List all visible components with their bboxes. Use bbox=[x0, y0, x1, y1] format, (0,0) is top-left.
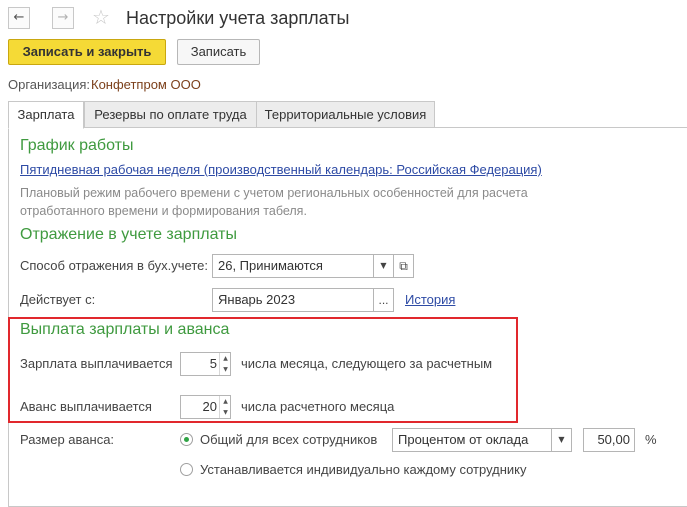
advance-day-suffix: числа расчетного месяца bbox=[241, 399, 395, 414]
open-form-icon: ⧉ bbox=[399, 259, 408, 273]
effective-from-field[interactable]: Январь 2023 bbox=[212, 288, 374, 312]
radio-label-individual[interactable]: Устанавливается индивидуально каждому со… bbox=[200, 462, 527, 477]
advance-size-label: Размер аванса: bbox=[20, 432, 115, 447]
chevron-down-icon: ▼ bbox=[380, 261, 387, 270]
accounting-method-open-button[interactable]: ⧉ bbox=[393, 254, 414, 278]
schedule-note-line-2: отработанного времени и формирования таб… bbox=[20, 204, 307, 218]
radio-common-all-employees[interactable] bbox=[180, 433, 193, 446]
section-heading-payment: Выплата зарплаты и аванса bbox=[20, 321, 230, 338]
arrow-left-icon: ← bbox=[13, 10, 25, 25]
radio-individual[interactable] bbox=[180, 463, 193, 476]
organization-label: Организация: bbox=[8, 77, 91, 92]
history-link[interactable]: История bbox=[405, 292, 455, 307]
forward-button[interactable]: → bbox=[52, 7, 74, 29]
advance-method-field[interactable]: Процентом от оклада bbox=[392, 428, 552, 452]
accounting-method-field[interactable]: 26, Принимаются bbox=[212, 254, 374, 278]
salary-day-suffix: числа месяца, следующего за расчетным bbox=[241, 356, 493, 371]
save-button[interactable]: Записать bbox=[177, 39, 260, 65]
effective-from-select-button[interactable]: ... bbox=[373, 288, 394, 312]
organization-value[interactable]: Конфетпром ООО bbox=[91, 77, 201, 92]
salary-day-stepper[interactable]: 5 ▲ ▼ bbox=[180, 352, 231, 376]
save-and-close-button[interactable]: Записать и закрыть bbox=[8, 39, 166, 65]
advance-percent-field[interactable]: 50,00 bbox=[583, 428, 635, 452]
tab-salary[interactable]: Зарплата bbox=[8, 101, 84, 129]
salary-day-value[interactable]: 5 bbox=[181, 353, 217, 375]
chevron-down-icon: ▼ bbox=[558, 435, 565, 444]
arrow-right-icon: → bbox=[57, 10, 69, 25]
schedule-note-line-1: Плановый режим рабочего времени с учетом… bbox=[20, 186, 528, 200]
advance-day-stepper[interactable]: 20 ▲ ▼ bbox=[180, 395, 231, 419]
spin-down-icon[interactable]: ▼ bbox=[220, 407, 231, 418]
section-heading-schedule: График работы bbox=[20, 137, 134, 154]
work-schedule-link[interactable]: Пятидневная рабочая неделя (производстве… bbox=[20, 162, 542, 177]
back-button[interactable]: ← bbox=[8, 7, 30, 29]
tab-labor-reserves[interactable]: Резервы по оплате труда bbox=[84, 101, 257, 128]
salary-paid-label: Зарплата выплачивается bbox=[20, 356, 173, 371]
section-heading-accounting: Отражение в учете зарплаты bbox=[20, 226, 237, 243]
page-title: Настройки учета зарплаты bbox=[126, 8, 350, 28]
effective-from-label: Действует с: bbox=[20, 292, 96, 307]
tab-territorial-conditions[interactable]: Территориальные условия bbox=[256, 101, 435, 128]
accounting-method-dropdown[interactable]: ▼ bbox=[373, 254, 394, 278]
radio-label-common[interactable]: Общий для всех сотрудников bbox=[200, 432, 377, 447]
accounting-method-label: Способ отражения в бух.учете: bbox=[20, 258, 208, 273]
percent-sign: % bbox=[645, 432, 657, 447]
advance-paid-label: Аванс выплачивается bbox=[20, 399, 152, 414]
favorite-star-icon[interactable]: ☆ bbox=[92, 5, 110, 29]
spin-up-icon[interactable]: ▲ bbox=[220, 396, 231, 407]
spin-up-icon[interactable]: ▲ bbox=[220, 353, 231, 364]
spin-down-icon[interactable]: ▼ bbox=[220, 364, 231, 375]
advance-day-value[interactable]: 20 bbox=[181, 396, 217, 418]
advance-method-dropdown[interactable]: ▼ bbox=[551, 428, 572, 452]
